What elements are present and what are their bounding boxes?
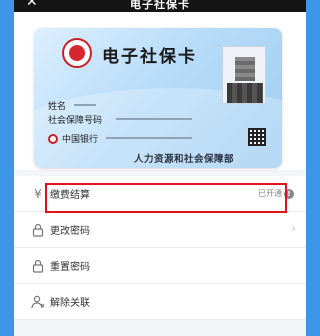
bank-logo-icon — [48, 134, 58, 144]
lock-icon — [31, 259, 45, 273]
id-photo — [222, 46, 266, 104]
social-security-card[interactable]: 电子社保卡 姓名 社会保障号码 中国银行 人力资源和社会保障部 — [34, 28, 282, 168]
issuer-label: 人力资源和社会保障部 — [134, 154, 235, 165]
menu-item-label: 更改密码 — [50, 226, 90, 237]
menu-item-label: 重置密码 — [50, 262, 90, 273]
name-label: 姓名 — [48, 102, 67, 112]
bank-account-masked — [106, 137, 192, 139]
menu-item-label: 解除关联 — [50, 298, 90, 309]
user-unlink-icon — [31, 295, 45, 309]
info-icon[interactable]: ! — [284, 189, 294, 199]
ssn-label: 社会保障号码 — [48, 116, 103, 126]
lock-icon — [31, 223, 45, 237]
page-title: 电子社保卡 — [130, 0, 190, 11]
status-text: 已开通 — [258, 189, 282, 198]
menu-item-change-password[interactable]: 更改密码 › — [14, 212, 306, 248]
menu-item-label: 缴费结算 — [50, 190, 90, 201]
chevron-right-icon: › — [291, 222, 296, 235]
card-section: 电子社保卡 姓名 社会保障号码 中国银行 人力资源和社会保障部 — [14, 12, 306, 170]
ssn-value-masked — [116, 118, 192, 120]
menu-item-payment[interactable]: ¥ 缴费结算 已开通 ! — [14, 176, 306, 212]
yuan-icon: ¥ — [34, 187, 42, 201]
menu-item-reset-password[interactable]: 重置密码 — [14, 248, 306, 284]
phone-screen: ✕ 电子社保卡 电子社保卡 姓名 社会保障号码 中国银行 人力资源和社会保障部 … — [14, 0, 306, 336]
menu-list: ¥ 缴费结算 已开通 ! 更改密码 › 重置密码 解除关联 — [14, 176, 306, 320]
menu-item-unlink[interactable]: 解除关联 — [14, 284, 306, 320]
nav-bar: ✕ 电子社保卡 — [14, 0, 306, 12]
emblem-icon — [62, 38, 92, 68]
qr-code-icon[interactable] — [248, 128, 266, 146]
card-title: 电子社保卡 — [102, 47, 197, 67]
bank-name: 中国银行 — [62, 135, 99, 145]
name-value-masked — [74, 104, 96, 106]
